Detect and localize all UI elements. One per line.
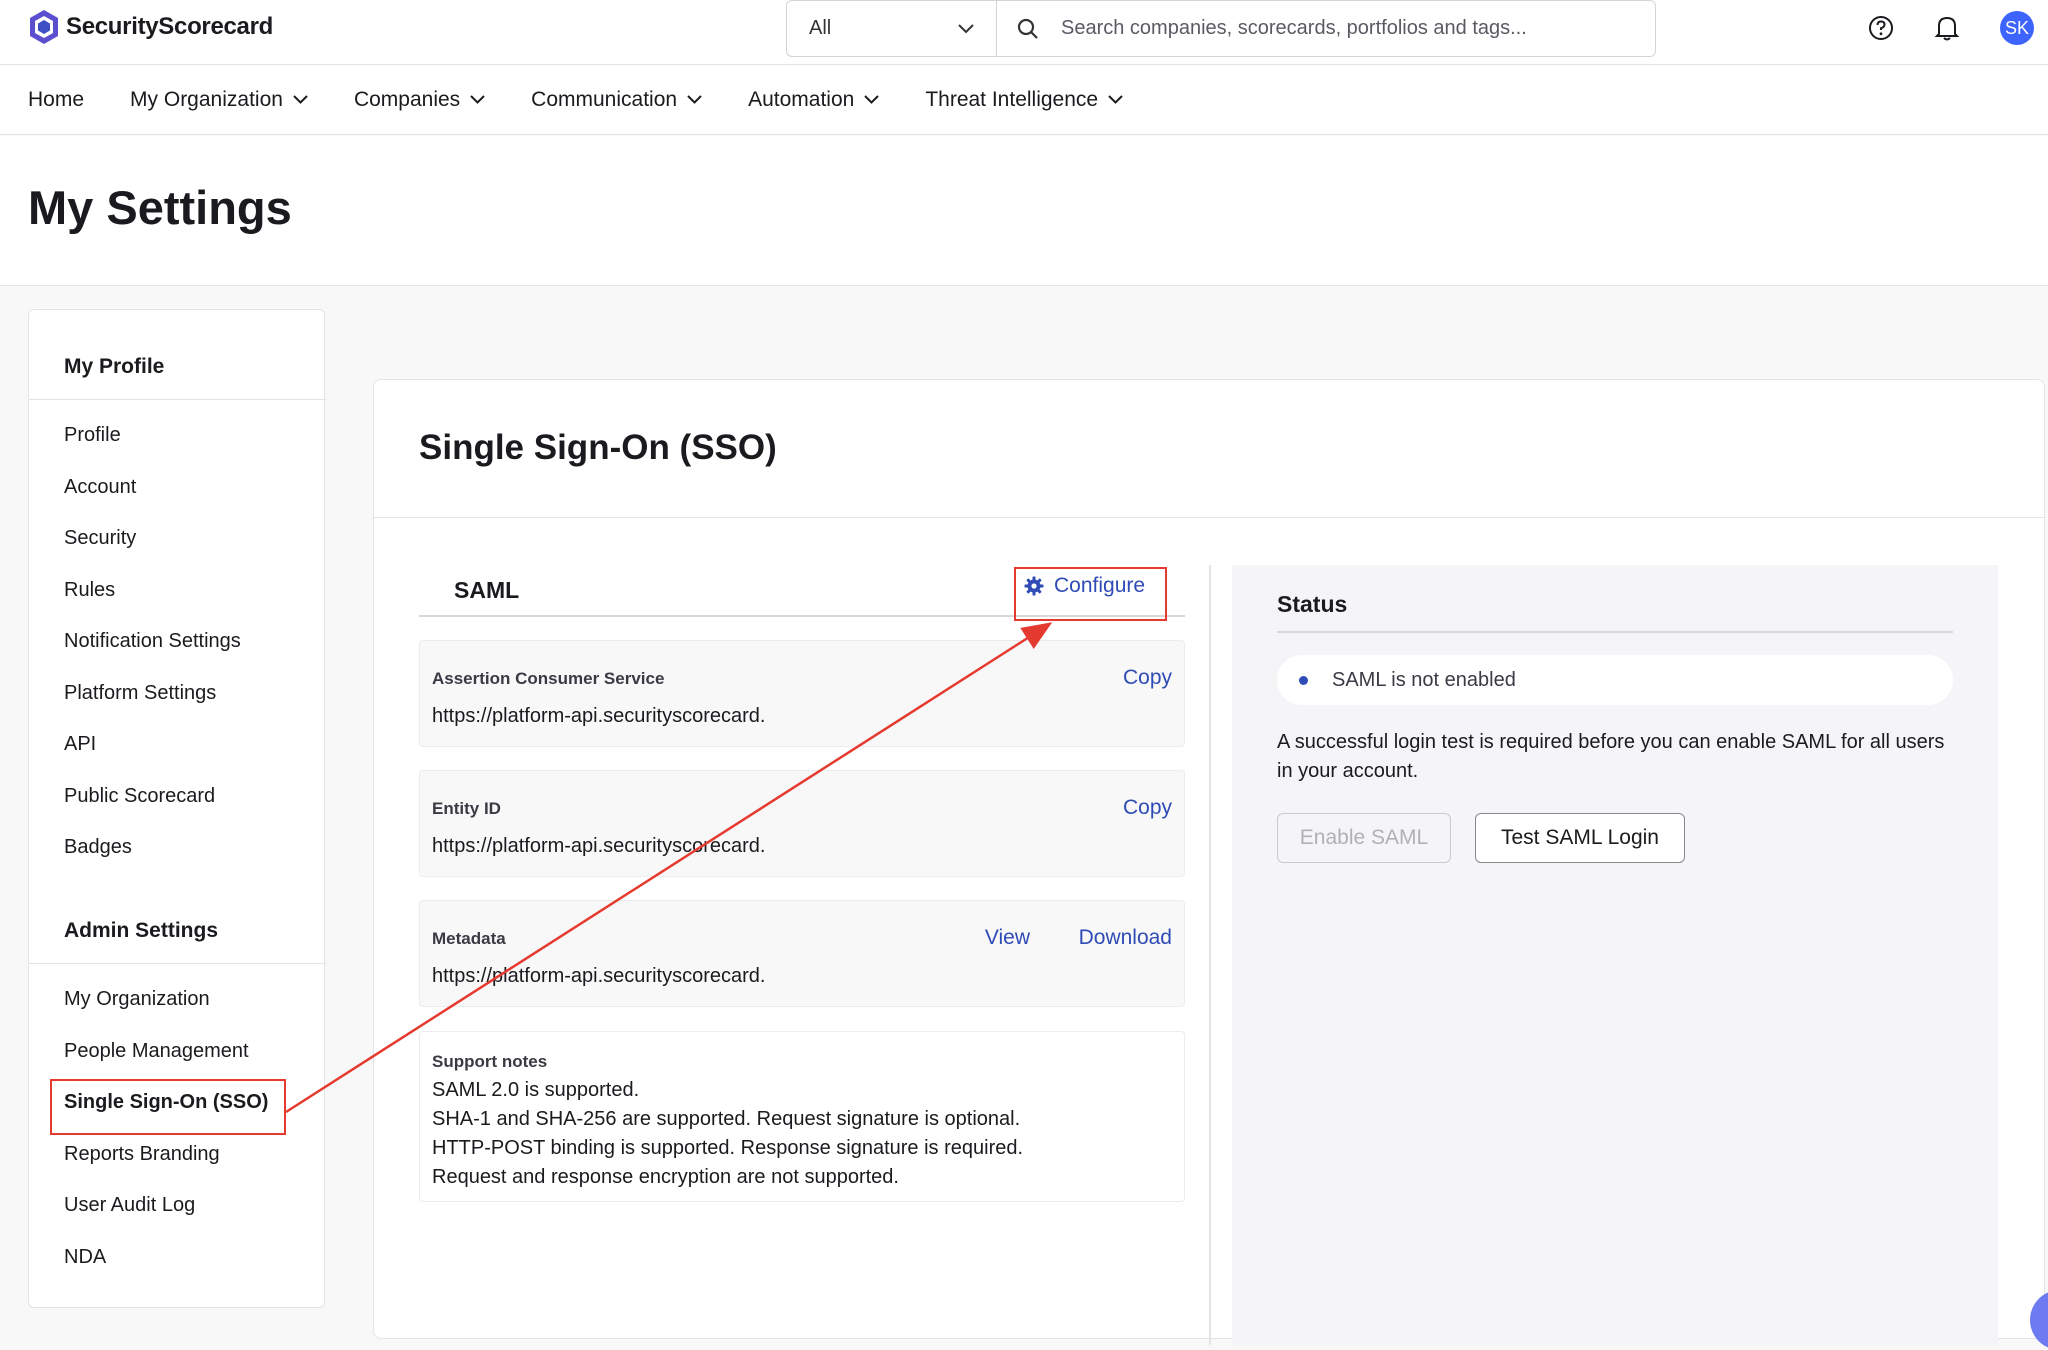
metadata-label: Metadata [432, 929, 506, 948]
nav-my-organization[interactable]: My Organization [130, 88, 308, 112]
sidebar-item-reports-branding[interactable]: Reports Branding [64, 1143, 220, 1166]
nav-communication[interactable]: Communication [531, 88, 702, 112]
bell-icon[interactable] [1934, 14, 1960, 42]
sidebar-item-nda[interactable]: NDA [64, 1246, 106, 1269]
chevron-down-icon [687, 95, 702, 104]
page-title: My Settings [28, 181, 292, 234]
securityscorecard-logo-icon [30, 10, 58, 44]
global-search: All [786, 0, 1656, 57]
support-note-line: SHA-1 and SHA-256 are supported. Request… [432, 1108, 1021, 1130]
search-scope-select[interactable]: All [787, 1, 997, 56]
saml-status-indicator: SAML is not enabled [1277, 655, 1953, 705]
enable-saml-button: Enable SAML [1277, 813, 1451, 863]
search-input[interactable] [1061, 17, 1635, 40]
sso-title: Single Sign-On (SSO) [419, 428, 777, 467]
metadata-view-button[interactable]: View [985, 926, 1030, 950]
entity-id-copy-button[interactable]: Copy [1123, 796, 1172, 820]
main-nav: Home My Organization Companies Communica… [0, 65, 2048, 135]
status-divider [1277, 631, 1953, 633]
sso-card-header: Single Sign-On (SSO) [374, 380, 2044, 518]
chevron-down-icon [293, 95, 308, 104]
metadata-field: Metadata https://platform-api.securitysc… [419, 900, 1185, 1007]
support-note-line: SAML 2.0 is supported. [432, 1079, 640, 1101]
header-actions: SK [1868, 11, 2034, 45]
column-divider [1209, 565, 1211, 1345]
support-notes: Support notes SAML 2.0 is supported. SHA… [419, 1031, 1185, 1202]
status-panel: Status SAML is not enabled A successful … [1232, 565, 1998, 1345]
test-saml-login-button[interactable]: Test SAML Login [1475, 813, 1685, 863]
support-note-line: HTTP-POST binding is supported. Response… [432, 1137, 1024, 1159]
sidebar-item-badges[interactable]: Badges [64, 836, 132, 859]
settings-sidebar: My Profile Profile Account Security Rule… [28, 309, 326, 1308]
saml-status-text: SAML is not enabled [1332, 668, 1516, 691]
acs-field: Assertion Consumer Service https://platf… [419, 640, 1185, 747]
help-icon[interactable] [1868, 15, 1894, 41]
sidebar-item-profile[interactable]: Profile [64, 424, 121, 447]
acs-label: Assertion Consumer Service [432, 669, 665, 688]
sidebar-item-user-audit-log[interactable]: User Audit Log [64, 1194, 195, 1217]
chevron-down-icon [958, 23, 974, 33]
sidebar-item-api[interactable]: API [64, 733, 96, 756]
sidebar-item-platform-settings[interactable]: Platform Settings [64, 682, 216, 705]
brand-logo[interactable]: SecurityScorecard [28, 8, 273, 46]
configure-highlight [1014, 567, 1167, 621]
status-heading: Status [1277, 591, 1348, 617]
sidebar-section-admin-settings: Admin Settings [29, 874, 326, 964]
sidebar-heading-my-profile: My Profile [64, 355, 165, 378]
sidebar-item-security[interactable]: Security [64, 527, 136, 550]
metadata-value: https://platform-api.securityscorecard. [432, 965, 766, 987]
entity-id-label: Entity ID [432, 799, 501, 818]
sidebar-item-people-management[interactable]: People Management [64, 1040, 249, 1063]
chevron-down-icon [470, 95, 485, 104]
acs-value: https://platform-api.securityscorecard. [432, 705, 766, 727]
acs-copy-button[interactable]: Copy [1123, 666, 1172, 690]
sidebar-section-my-profile: My Profile [29, 310, 326, 400]
chevron-down-icon [864, 95, 880, 104]
top-bar: SecurityScorecard All SK [0, 0, 2048, 65]
nav-automation[interactable]: Automation [748, 88, 880, 112]
sidebar-item-rules[interactable]: Rules [64, 579, 115, 602]
sidebar-item-notification-settings[interactable]: Notification Settings [64, 630, 241, 653]
search-icon [1017, 18, 1038, 39]
support-note-line: Request and response encryption are not … [432, 1166, 899, 1188]
user-avatar[interactable]: SK [2000, 11, 2034, 45]
sidebar-item-public-scorecard[interactable]: Public Scorecard [64, 785, 215, 808]
metadata-download-button[interactable]: Download [1079, 926, 1172, 950]
sidebar-heading-admin-settings: Admin Settings [64, 919, 219, 942]
search-scope-value: All [809, 17, 832, 39]
nav-home[interactable]: Home [28, 88, 84, 112]
entity-id-value: https://platform-api.securityscorecard. [432, 835, 766, 857]
search-field-wrapper [997, 1, 1655, 56]
status-dot-icon [1299, 675, 1308, 685]
sso-card: Single Sign-On (SSO) SAML Configure Asse… [373, 379, 2045, 1345]
nav-threat-intelligence[interactable]: Threat Intelligence [925, 88, 1123, 112]
status-description: A successful login test is required befo… [1277, 731, 1945, 782]
page-header: My Settings [0, 136, 2048, 286]
brand-name: SecurityScorecard [66, 13, 274, 40]
nav-companies[interactable]: Companies [354, 88, 485, 112]
saml-heading: SAML [454, 577, 520, 603]
sidebar-item-account[interactable]: Account [64, 476, 136, 499]
sidebar-item-my-organization[interactable]: My Organization [64, 988, 210, 1011]
support-notes-label: Support notes [432, 1052, 548, 1071]
sso-sidebar-highlight [50, 1079, 286, 1135]
entity-id-field: Entity ID https://platform-api.securitys… [419, 770, 1185, 877]
chevron-down-icon [1108, 95, 1123, 104]
